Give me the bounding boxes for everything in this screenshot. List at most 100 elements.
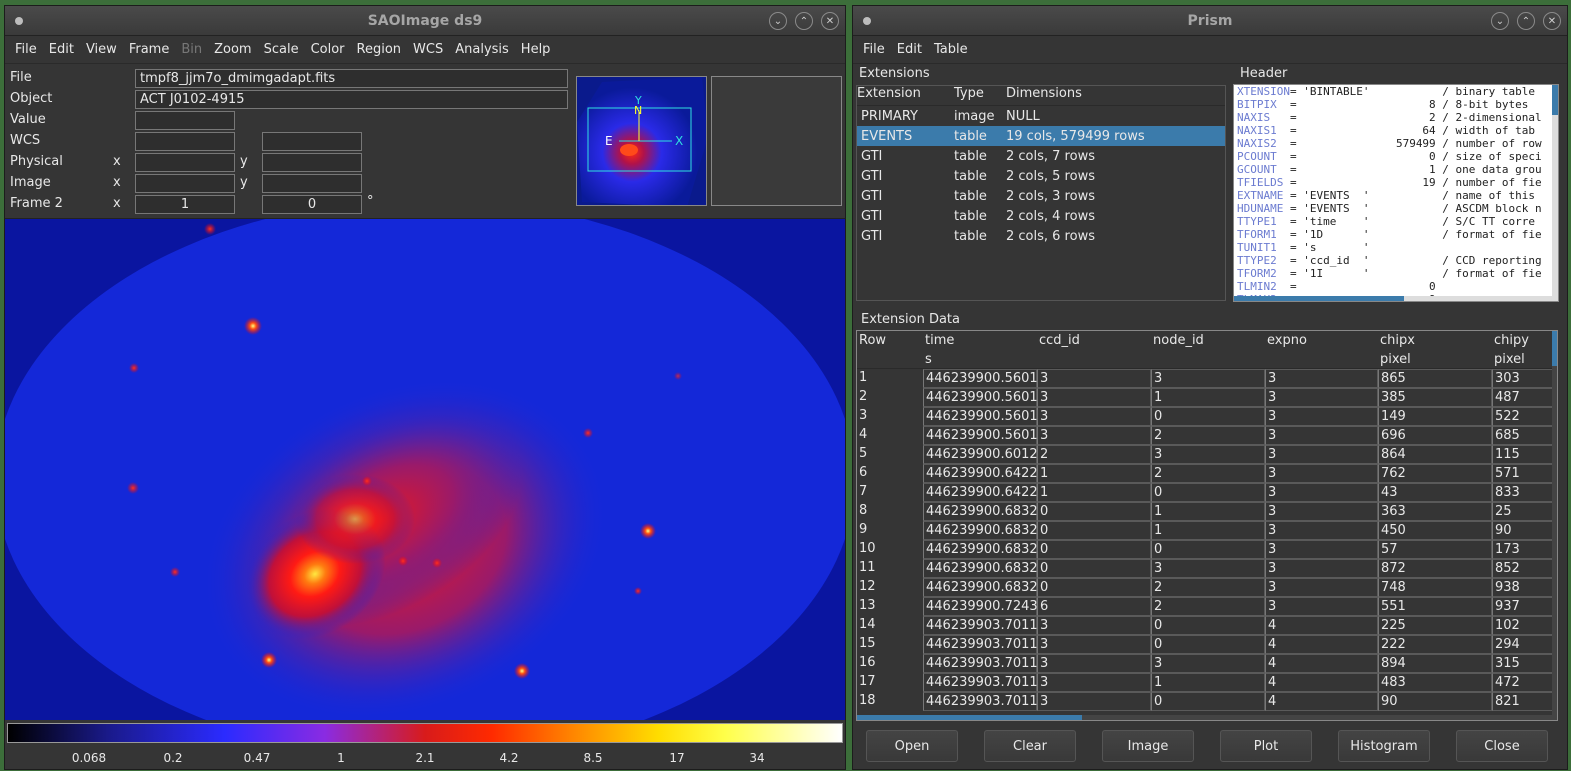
menu-color[interactable]: Color [305, 42, 351, 57]
table-row[interactable]: 7 446239900.6422 1 0 3 43 833 [857, 483, 1557, 502]
cell-node-id[interactable]: 3 [1151, 369, 1265, 388]
data-vscrollbar[interactable] [1552, 331, 1557, 720]
menu-edit[interactable]: Edit [43, 42, 80, 57]
cell-expno[interactable]: 3 [1265, 540, 1378, 559]
minimize-icon[interactable]: ⌄ [769, 12, 787, 30]
cell-ccd-id[interactable]: 3 [1037, 369, 1151, 388]
cell-expno[interactable]: 3 [1265, 578, 1378, 597]
cell-ccd-id[interactable]: 2 [1037, 445, 1151, 464]
cell-chipy[interactable]: 487 [1492, 388, 1554, 407]
menu-region[interactable]: Region [351, 42, 408, 57]
cell-chipy[interactable]: 303 [1492, 369, 1554, 388]
cell-ccd-id[interactable]: 3 [1037, 635, 1151, 654]
cell-node-id[interactable]: 3 [1151, 559, 1265, 578]
table-row[interactable]: 5 446239900.6012 2 3 3 864 115 [857, 445, 1557, 464]
cell-node-id[interactable]: 3 [1151, 654, 1265, 673]
table-row[interactable]: 17 446239903.7011 3 1 4 483 472 [857, 673, 1557, 692]
cell-chipy[interactable]: 25 [1492, 502, 1554, 521]
cell-chipy[interactable]: 315 [1492, 654, 1554, 673]
extension-row[interactable]: GTI table 2 cols, 6 rows [857, 226, 1225, 246]
cell-expno[interactable]: 4 [1265, 692, 1378, 711]
plot-button[interactable]: Plot [1220, 730, 1312, 762]
cell-time[interactable]: 446239900.6832 [923, 540, 1038, 559]
table-row[interactable]: 1 446239900.5601 3 3 3 865 303 [857, 369, 1557, 388]
cell-time[interactable]: 446239900.6832 [923, 559, 1038, 578]
table-row[interactable]: 2 446239900.5601 3 1 3 385 487 [857, 388, 1557, 407]
cell-time[interactable]: 446239903.7011 [923, 635, 1038, 654]
cell-chipy[interactable]: 115 [1492, 445, 1554, 464]
histogram-button[interactable]: Histogram [1338, 730, 1430, 762]
cell-expno[interactable]: 3 [1265, 559, 1378, 578]
cell-ccd-id[interactable]: 0 [1037, 578, 1151, 597]
col-node-id[interactable]: node_id [1153, 333, 1204, 348]
cell-expno[interactable]: 3 [1265, 483, 1378, 502]
cell-ccd-id[interactable]: 3 [1037, 673, 1151, 692]
maximize-icon[interactable]: ⌃ [1517, 12, 1535, 30]
cell-chipx[interactable]: 225 [1378, 616, 1492, 635]
cell-time[interactable]: 446239900.6832 [923, 502, 1038, 521]
ext-col-type[interactable]: Type [954, 86, 1006, 105]
cell-ccd-id[interactable]: 0 [1037, 559, 1151, 578]
cell-ccd-id[interactable]: 3 [1037, 692, 1151, 711]
cell-ccd-id[interactable]: 3 [1037, 407, 1151, 426]
cell-node-id[interactable]: 1 [1151, 521, 1265, 540]
menu-table[interactable]: Table [928, 42, 974, 57]
open-button[interactable]: Open [866, 730, 958, 762]
cell-ccd-id[interactable]: 0 [1037, 540, 1151, 559]
cell-chipx[interactable]: 748 [1378, 578, 1492, 597]
prism-titlebar[interactable]: Prism ⌄ ⌃ ✕ [853, 6, 1567, 36]
cell-node-id[interactable]: 2 [1151, 597, 1265, 616]
cell-time[interactable]: 446239900.5601 [923, 407, 1038, 426]
cell-ccd-id[interactable]: 1 [1037, 483, 1151, 502]
table-row[interactable]: 18 446239903.7011 3 0 4 90 821 [857, 692, 1557, 711]
col-row[interactable]: Row [859, 333, 886, 348]
cell-ccd-id[interactable]: 3 [1037, 388, 1151, 407]
cell-chipx[interactable]: 864 [1378, 445, 1492, 464]
col-ccd-id[interactable]: ccd_id [1039, 333, 1080, 348]
table-row[interactable]: 4 446239900.5601 3 2 3 696 685 [857, 426, 1557, 445]
clear-button[interactable]: Clear [984, 730, 1076, 762]
cell-chipy[interactable]: 294 [1492, 635, 1554, 654]
cell-expno[interactable]: 3 [1265, 407, 1378, 426]
cell-expno[interactable]: 3 [1265, 388, 1378, 407]
table-row[interactable]: 16 446239903.7011 3 3 4 894 315 [857, 654, 1557, 673]
cell-chipx[interactable]: 363 [1378, 502, 1492, 521]
cell-chipx[interactable]: 551 [1378, 597, 1492, 616]
cell-ccd-id[interactable]: 3 [1037, 616, 1151, 635]
cell-chipx[interactable]: 696 [1378, 426, 1492, 445]
cell-time[interactable]: 446239903.7011 [923, 616, 1038, 635]
close-icon[interactable]: ✕ [821, 12, 839, 30]
cell-chipx[interactable]: 385 [1378, 388, 1492, 407]
cell-time[interactable]: 446239900.5601 [923, 426, 1038, 445]
cell-node-id[interactable]: 2 [1151, 578, 1265, 597]
cell-time[interactable]: 446239900.7243 [923, 597, 1038, 616]
cell-ccd-id[interactable]: 0 [1037, 502, 1151, 521]
extension-row[interactable]: GTI table 2 cols, 7 rows [857, 146, 1225, 166]
ext-col-extension[interactable]: Extension [857, 86, 954, 105]
cell-expno[interactable]: 3 [1265, 369, 1378, 388]
table-row[interactable]: 10 446239900.6832 0 0 3 57 173 [857, 540, 1557, 559]
menu-zoom[interactable]: Zoom [208, 42, 257, 57]
minimize-icon[interactable]: ⌄ [1491, 12, 1509, 30]
cell-expno[interactable]: 3 [1265, 445, 1378, 464]
close-button[interactable]: Close [1456, 730, 1548, 762]
col-chipy[interactable]: chipy [1494, 333, 1529, 348]
cell-ccd-id[interactable]: 3 [1037, 654, 1151, 673]
extension-row[interactable]: GTI table 2 cols, 5 rows [857, 166, 1225, 186]
cell-expno[interactable]: 4 [1265, 673, 1378, 692]
cell-expno[interactable]: 3 [1265, 426, 1378, 445]
menu-file[interactable]: File [857, 42, 891, 57]
table-row[interactable]: 6 446239900.6422 1 2 3 762 571 [857, 464, 1557, 483]
cell-expno[interactable]: 3 [1265, 597, 1378, 616]
close-icon[interactable]: ✕ [1543, 12, 1561, 30]
cell-chipy[interactable]: 571 [1492, 464, 1554, 483]
cell-chipx[interactable]: 149 [1378, 407, 1492, 426]
table-row[interactable]: 15 446239903.7011 3 0 4 222 294 [857, 635, 1557, 654]
window-menu-icon[interactable] [15, 17, 23, 25]
window-menu-icon[interactable] [863, 17, 871, 25]
extension-row[interactable]: GTI table 2 cols, 4 rows [857, 206, 1225, 226]
table-row[interactable]: 3 446239900.5601 3 0 3 149 522 [857, 407, 1557, 426]
colorbar[interactable] [7, 723, 843, 743]
cell-time[interactable]: 446239903.7011 [923, 673, 1038, 692]
cell-node-id[interactable]: 0 [1151, 616, 1265, 635]
